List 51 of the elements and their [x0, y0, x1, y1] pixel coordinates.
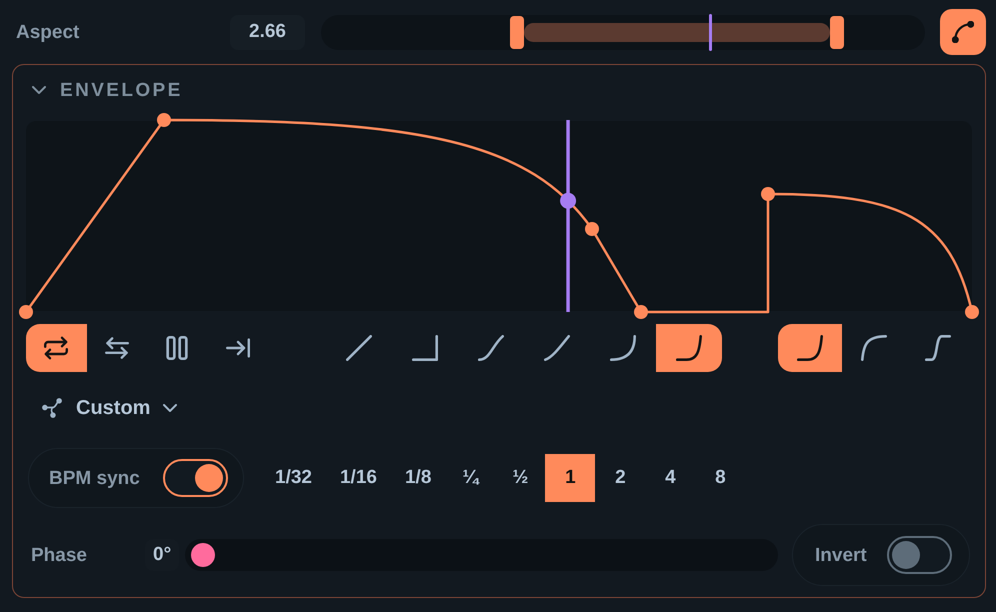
aspect-label: Aspect — [16, 22, 80, 42]
division-option[interactable]: 1 — [545, 454, 596, 502]
arrow-to-bar-icon — [226, 336, 250, 360]
envelope-point[interactable] — [634, 305, 648, 319]
step-curve-icon — [412, 335, 438, 361]
curve-icon — [952, 21, 974, 43]
pause-icon — [165, 336, 190, 360]
slider-thumb[interactable] — [191, 543, 216, 567]
playhead-line[interactable] — [566, 120, 570, 312]
toggle-switch[interactable] — [163, 459, 228, 497]
envelope-point[interactable] — [157, 113, 171, 127]
exponential-curve-icon — [797, 335, 823, 361]
log-curve-icon — [861, 335, 887, 361]
invert-label: Invert — [815, 546, 867, 564]
aspect-slider-track[interactable] — [321, 14, 925, 50]
chevron-icon[interactable] — [32, 86, 46, 94]
repeat-icon — [44, 336, 68, 360]
linear-curve-icon — [346, 335, 372, 361]
ease-curve-icon — [610, 335, 636, 361]
envelope-point[interactable] — [965, 305, 979, 319]
aspect-value: 2.66 — [230, 14, 305, 50]
division-option[interactable]: 1/16 — [326, 454, 391, 502]
ease-curve-icon — [478, 335, 504, 361]
preset-dropdown[interactable]: Custom — [42, 393, 178, 423]
phase-label: Phase — [31, 546, 88, 564]
envelope-point[interactable] — [19, 305, 33, 319]
range-handle[interactable] — [830, 16, 844, 48]
caret-icon — [163, 404, 178, 412]
curve-button[interactable] — [940, 9, 986, 55]
toggle-switch[interactable] — [887, 536, 952, 574]
bpm-sync-label: BPM sync — [49, 468, 140, 488]
nodes-icon — [42, 398, 62, 418]
division-option[interactable]: ½ — [495, 454, 546, 502]
division-option[interactable]: 1/8 — [390, 454, 446, 502]
division-option[interactable]: ¼ — [445, 454, 496, 502]
exponential-curve-button[interactable] — [656, 324, 722, 372]
repeat-button[interactable] — [26, 324, 86, 372]
s-curve-icon — [925, 335, 951, 361]
swap-arrows-icon — [104, 336, 129, 360]
division-option[interactable]: 2 — [595, 454, 646, 502]
exponential-curve-icon — [676, 335, 702, 361]
division-option[interactable]: 8 — [695, 454, 746, 502]
range-handle[interactable] — [510, 16, 524, 48]
division-option[interactable]: 1/32 — [261, 454, 326, 502]
envelope-point[interactable] — [585, 222, 599, 236]
phase-slider-track[interactable] — [185, 539, 778, 571]
division-option[interactable]: 4 — [645, 454, 696, 502]
section-title: ENVELOPE — [60, 80, 183, 100]
ease-curve-icon — [544, 335, 570, 361]
exponential-curve-button[interactable] — [778, 324, 842, 372]
envelope-point[interactable] — [761, 187, 775, 201]
